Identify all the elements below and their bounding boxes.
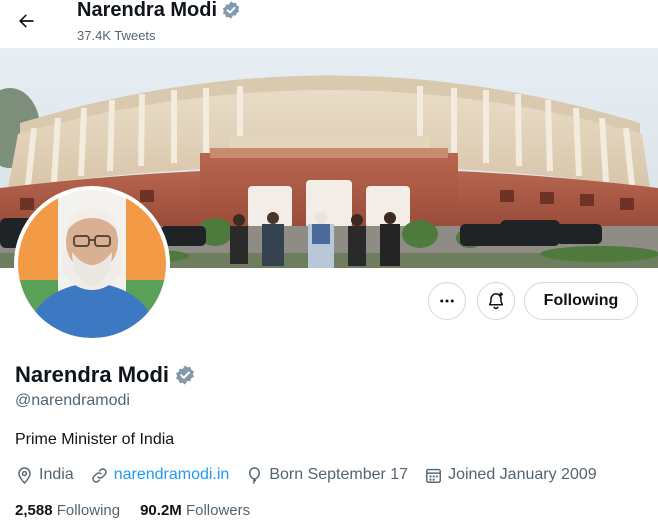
profile-avatar[interactable]: [14, 186, 170, 342]
profile-stats: 2,588 Following 90.2M Followers: [15, 502, 270, 519]
header-name: Narendra Modi: [77, 0, 218, 21]
back-button[interactable]: [8, 3, 44, 39]
joined-text: Joined January 2009: [448, 466, 597, 483]
link-icon: [92, 467, 107, 483]
profile-meta: India narendramodi.in Born September 17: [15, 464, 613, 486]
location-item: India: [15, 466, 74, 485]
followers-count: 90.2M: [140, 502, 186, 519]
joined-item: Joined January 2009: [424, 466, 597, 485]
profile-bio: Prime Minister of India: [15, 431, 175, 448]
location-pin-icon: [18, 466, 31, 484]
website-link[interactable]: narendramodi.in: [114, 466, 230, 484]
tweets-count: 37.4K Tweets: [77, 28, 156, 43]
followers-stat-link[interactable]: 90.2M Followers: [140, 502, 250, 519]
followers-label: Followers: [185, 502, 251, 519]
avatar-portrait-illustration: [18, 190, 166, 338]
verified-badge-icon: [222, 1, 240, 19]
website-item: narendramodi.in: [90, 466, 230, 485]
balloon-icon: [249, 466, 261, 484]
more-options-button[interactable]: [428, 282, 466, 320]
profile-display-name: Narendra Modi: [15, 362, 170, 387]
profile-page: Narendra Modi 37.4K Tweets Following Nar…: [0, 0, 658, 530]
profile-name: Narendra Modi: [15, 362, 196, 388]
following-label: Following: [56, 502, 121, 519]
following-stat-link[interactable]: 2,588 Following: [15, 502, 120, 519]
following-button[interactable]: Following: [524, 282, 638, 320]
arrow-left-icon: [19, 14, 34, 28]
profile-header-bar: Narendra Modi 37.4K Tweets: [0, 0, 658, 48]
birthday-item: Born September 17: [245, 466, 408, 485]
header-title: Narendra Modi: [77, 0, 241, 22]
profile-handle: @narendramodi: [15, 392, 130, 409]
notifications-button[interactable]: [477, 282, 515, 320]
verified-badge-icon[interactable]: [174, 364, 196, 386]
more-icon: [440, 299, 454, 303]
calendar-icon: [426, 468, 442, 483]
birthday-text: Born September 17: [269, 466, 409, 483]
location-text: India: [39, 466, 74, 483]
following-count: 2,588: [15, 502, 57, 519]
bell-plus-icon: [488, 292, 504, 310]
